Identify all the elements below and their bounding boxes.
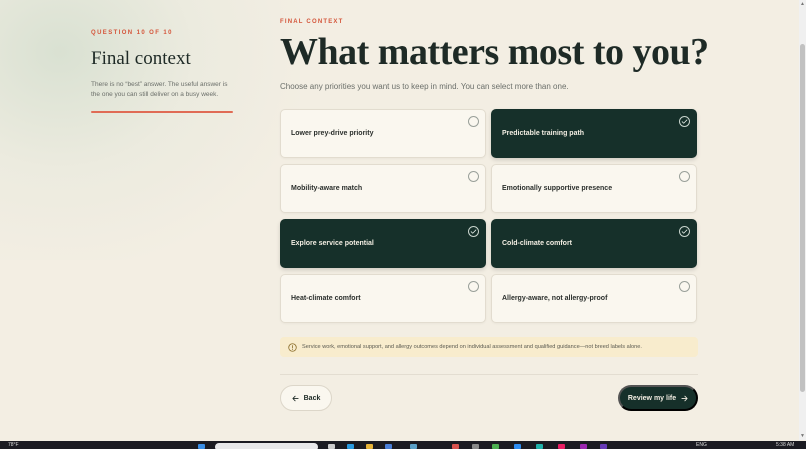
notice-text: Service work, emotional support, and all… <box>302 344 642 350</box>
review-button[interactable]: Review my life <box>618 385 698 411</box>
store-icon[interactable] <box>385 444 392 449</box>
app-icon[interactable] <box>472 444 479 449</box>
progress-bar <box>91 111 233 113</box>
app-icon[interactable] <box>514 444 521 449</box>
section-eyebrow: FINAL CONTEXT <box>280 19 344 25</box>
options-grid: Lower prey-drive priority Predictable tra… <box>280 109 698 323</box>
option-label: Emotionally supportive presence <box>502 185 613 192</box>
chrome-icon[interactable] <box>452 444 459 449</box>
radio-empty-icon[interactable] <box>468 116 479 127</box>
info-icon <box>288 342 297 352</box>
arrow-left-icon <box>292 395 299 401</box>
scrollbar-thumb[interactable] <box>800 44 805 392</box>
radio-empty-icon[interactable] <box>679 171 690 182</box>
app-icon[interactable] <box>580 444 587 449</box>
option-label: Mobility-aware match <box>291 185 363 192</box>
option-card[interactable]: Explore service potential <box>280 219 486 268</box>
checkmark-icon[interactable] <box>679 116 690 127</box>
option-label: Predictable training path <box>502 130 585 137</box>
back-button-label: Back <box>303 394 321 402</box>
option-label: Explore service potential <box>291 240 374 247</box>
scroll-up-icon[interactable]: ▲ <box>800 1 805 7</box>
app-icon[interactable] <box>492 444 499 449</box>
file-explorer-icon[interactable] <box>366 444 373 449</box>
option-label: Allergy-aware, not allergy-proof <box>502 295 608 302</box>
app-icon[interactable] <box>558 444 565 449</box>
option-label: Cold-climate comfort <box>502 240 573 247</box>
taskbar-search[interactable] <box>215 443 318 449</box>
sidebar-title: Final context <box>91 48 191 69</box>
option-card[interactable]: Predictable training path <box>491 109 697 158</box>
radio-empty-icon[interactable] <box>468 171 479 182</box>
sidebar-description: There is no “best” answer. The useful an… <box>91 81 228 98</box>
option-card[interactable]: Heat-climate comfort <box>280 274 486 323</box>
arrow-right-icon <box>681 395 688 401</box>
option-label: Lower prey-drive priority <box>291 130 374 137</box>
option-label: Heat-climate comfort <box>291 295 361 302</box>
checkmark-icon[interactable] <box>679 226 690 237</box>
app-icon[interactable] <box>600 444 607 449</box>
divider <box>280 374 698 375</box>
radio-empty-icon[interactable] <box>679 281 690 292</box>
option-card[interactable]: Lower prey-drive priority <box>280 109 486 158</box>
question-counter: QUESTION 10 OF 10 <box>91 30 173 36</box>
radio-empty-icon[interactable] <box>468 281 479 292</box>
scrollbar[interactable]: ▲ ▼ <box>799 0 806 440</box>
checkmark-icon[interactable] <box>468 226 479 237</box>
task-view-icon[interactable] <box>328 444 335 449</box>
taskbar: 78°F ENG 5:38 AM <box>0 441 806 449</box>
page-title: What matters most to you? <box>280 31 709 73</box>
option-card[interactable]: Emotionally supportive presence <box>491 164 697 213</box>
app-icon[interactable] <box>410 444 417 449</box>
option-card[interactable]: Allergy-aware, not allergy-proof <box>491 274 697 323</box>
sidebar: QUESTION 10 OF 10 Final context There is… <box>91 30 233 113</box>
app-icon[interactable] <box>536 444 543 449</box>
windows-start-icon[interactable] <box>198 444 205 449</box>
option-card[interactable]: Mobility-aware match <box>280 164 486 213</box>
back-button[interactable]: Back <box>280 385 332 411</box>
weather-widget[interactable]: 78°F <box>8 442 19 448</box>
page-subtitle: Choose any priorities you want us to kee… <box>280 82 569 91</box>
clock[interactable]: 5:38 AM <box>776 442 794 448</box>
language-indicator[interactable]: ENG <box>696 442 707 448</box>
edge-icon[interactable] <box>347 444 354 449</box>
review-button-label: Review my life <box>627 394 677 402</box>
info-notice: Service work, emotional support, and all… <box>280 337 698 357</box>
option-card[interactable]: Cold-climate comfort <box>491 219 697 268</box>
scroll-down-icon[interactable]: ▼ <box>800 433 805 439</box>
